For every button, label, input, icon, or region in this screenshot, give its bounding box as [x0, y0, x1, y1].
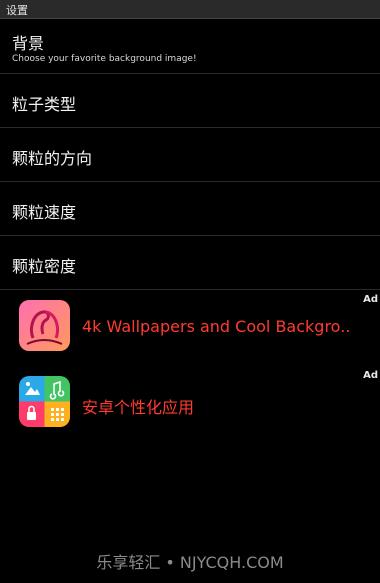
watermark-text: 乐享轻汇 • NJYCQH.COM [96, 553, 284, 572]
ad-title[interactable]: 安卓个性化应用 [82, 394, 372, 418]
setting-label: 颗粒的方向 [12, 149, 93, 168]
setting-particle-density[interactable]: 颗粒密度 [0, 236, 380, 290]
setting-background[interactable]: 背景 Choose your favorite background image… [0, 19, 380, 74]
setting-particle-direction[interactable]: 颗粒的方向 [0, 128, 380, 182]
setting-label: 颗粒密度 [12, 257, 77, 276]
ad-badge: Ad [363, 294, 378, 305]
ad-item[interactable]: Ad 4k Wallpapers and Cool Backgro.. [0, 290, 380, 362]
setting-particle-type[interactable]: 粒子类型 [0, 74, 380, 128]
setting-label: 颗粒速度 [12, 203, 77, 222]
flamingo-wallpaper-icon[interactable] [19, 300, 70, 351]
ad-item[interactable]: Ad 安卓个性化应用 [0, 366, 380, 438]
setting-label: 背景 [12, 34, 45, 53]
window-title: 设置 [6, 4, 28, 17]
setting-subtitle: Choose your favorite background image! [12, 54, 197, 64]
app-grid-icon[interactable] [19, 376, 70, 427]
setting-label: 粒子类型 [12, 95, 77, 114]
title-bar: 设置 [0, 0, 380, 19]
ad-badge: Ad [363, 370, 378, 381]
ad-title[interactable]: 4k Wallpapers and Cool Backgro.. [82, 317, 372, 336]
setting-particle-speed[interactable]: 颗粒速度 [0, 182, 380, 236]
